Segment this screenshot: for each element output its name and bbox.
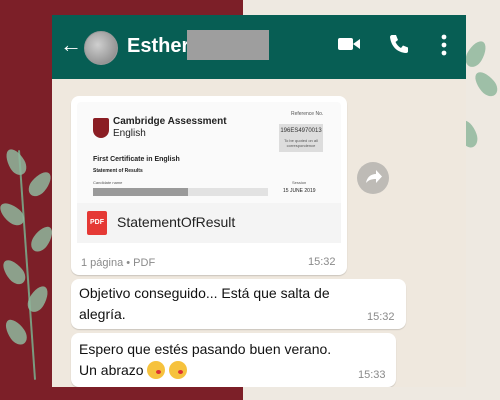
kiss-emoji-icon — [147, 361, 166, 379]
file-name[interactable]: StatementOfResult — [117, 214, 235, 230]
preview-candidate-bar — [93, 188, 188, 196]
message-time: 15:33 — [358, 369, 386, 381]
forward-icon[interactable] — [357, 162, 389, 194]
contact-name[interactable]: Esther — [127, 35, 189, 58]
preview-org: Cambridge Assessment — [113, 116, 227, 127]
preview-reference-box: 196ES4970013 To be quoted on all corresp… — [279, 124, 323, 152]
preview-candidate-label: Candidate name — [93, 180, 123, 185]
text-message[interactable]: Objetivo conseguido... Está que salta de… — [71, 279, 406, 329]
message-line: Objetivo conseguido... Está que salta de — [79, 285, 330, 301]
preview-reference-label: Reference No. — [291, 111, 324, 117]
kiss-emoji-icon — [169, 361, 188, 379]
message-line: Espero que estés pasando buen verano. — [79, 341, 332, 357]
avatar[interactable] — [84, 31, 118, 65]
chat-window: ← Esther Cambridge Assessment English Re… — [52, 15, 466, 387]
message-list: Cambridge Assessment English Reference N… — [52, 79, 466, 387]
preview-org-sub: English — [113, 128, 146, 139]
text-message[interactable]: Espero que estés pasando buen verano. Un… — [71, 333, 396, 387]
cambridge-logo — [93, 118, 109, 138]
preview-reference-note: To be quoted on all correspondence — [284, 138, 318, 148]
pdf-icon: PDF — [87, 211, 107, 235]
document-message[interactable]: Cambridge Assessment English Reference N… — [71, 96, 347, 275]
arrow-left-icon[interactable]: ← — [60, 33, 82, 57]
file-meta: 1 página • PDF — [81, 257, 156, 269]
phone-icon[interactable] — [388, 33, 410, 60]
message-time: 15:32 — [367, 311, 395, 323]
video-camera-icon[interactable] — [337, 35, 361, 58]
document-preview[interactable]: Cambridge Assessment English Reference N… — [77, 102, 341, 203]
preview-subtitle: Statement of Results — [93, 168, 143, 174]
message-line: alegría. — [79, 306, 126, 322]
preview-title: First Certificate in English — [93, 156, 180, 163]
message-line: Un abrazo — [79, 362, 144, 378]
message-time: 15:32 — [308, 256, 336, 268]
preview-session-label: Session — [292, 180, 307, 185]
file-row[interactable]: PDF StatementOfResult — [77, 203, 341, 243]
preview-session-value: 15 JUNE 2019 — [283, 188, 316, 194]
preview-candidate-bar-rest — [188, 188, 268, 196]
preview-reference-value: 196ES4970013 — [280, 128, 322, 134]
message-text: Objetivo conseguido... Está que salta de… — [79, 283, 330, 325]
chat-header: ← Esther — [52, 15, 466, 79]
redacted-surname — [187, 30, 269, 60]
message-text: Espero que estés pasando buen verano. Un… — [79, 339, 331, 381]
more-vertical-icon[interactable] — [440, 33, 448, 62]
